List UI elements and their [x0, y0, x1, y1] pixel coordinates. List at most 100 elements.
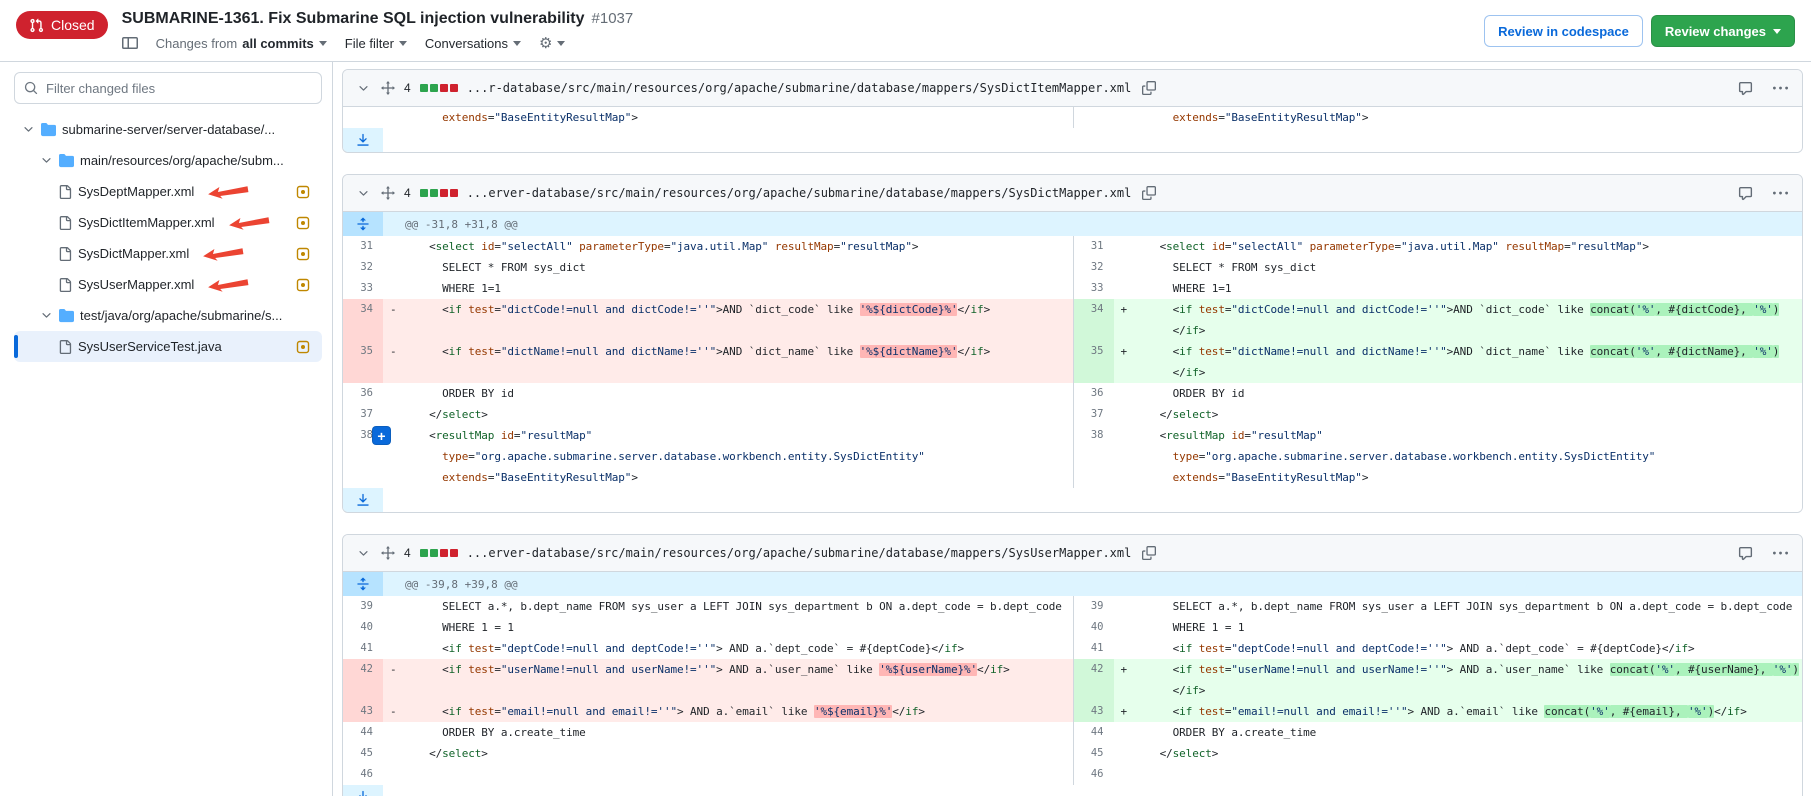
line-number[interactable]: 32: [1074, 257, 1114, 278]
code-cell[interactable]: <if test="deptCode!=null and deptCode!='…: [1114, 638, 1803, 659]
line-number[interactable]: 41: [343, 638, 383, 659]
line-number[interactable]: 35: [1074, 341, 1114, 383]
collapse-file-button[interactable]: [355, 545, 372, 562]
line-number[interactable]: 43: [1074, 701, 1114, 722]
code-cell[interactable]: <resultMap id="resultMap" type="org.apac…: [383, 425, 1073, 488]
code-cell[interactable]: extends="BaseEntityResultMap">: [1114, 107, 1803, 128]
line-number[interactable]: 40: [343, 617, 383, 638]
diff-settings-dropdown[interactable]: ⚙: [539, 36, 565, 51]
code-cell[interactable]: WHERE 1=1: [1114, 278, 1803, 299]
conversations-dropdown[interactable]: Conversations: [425, 36, 521, 51]
expand-hunk-button[interactable]: [343, 572, 383, 596]
tree-folder-row[interactable]: submarine-server/server-database/...: [14, 114, 322, 145]
code-cell[interactable]: - <if test="dictName!=null and dictName!…: [383, 341, 1073, 383]
code-cell[interactable]: </select>: [1114, 743, 1803, 764]
line-number[interactable]: [343, 107, 383, 128]
comment-button[interactable]: [1736, 184, 1755, 203]
file-path[interactable]: ...erver-database/src/main/resources/org…: [467, 546, 1132, 560]
line-number[interactable]: 31: [1074, 236, 1114, 257]
code-cell[interactable]: </select>: [1114, 404, 1803, 425]
code-cell[interactable]: + <if test="userName!=null and userName!…: [1114, 659, 1803, 701]
file-menu-button[interactable]: [1771, 544, 1790, 563]
code-cell[interactable]: </select>: [383, 404, 1073, 425]
code-cell[interactable]: <resultMap id="resultMap" type="org.apac…: [1114, 425, 1803, 488]
line-number[interactable]: 36: [1074, 383, 1114, 404]
code-cell[interactable]: + <if test="dictName!=null and dictName!…: [1114, 341, 1803, 383]
line-number[interactable]: 38: [1074, 425, 1114, 488]
copy-path-button[interactable]: [1140, 79, 1158, 97]
comment-button[interactable]: [1736, 79, 1755, 98]
line-number[interactable]: 43: [343, 701, 383, 722]
expand-hunk-button[interactable]: [343, 212, 383, 236]
code-cell[interactable]: [1114, 764, 1803, 785]
code-cell[interactable]: SELECT * FROM sys_dict: [383, 257, 1073, 278]
code-cell[interactable]: - <if test="email!=null and email!=''"> …: [383, 701, 1073, 722]
line-number[interactable]: 45: [1074, 743, 1114, 764]
line-number[interactable]: 39: [1074, 596, 1114, 617]
line-number[interactable]: 33: [343, 278, 383, 299]
line-number[interactable]: 42: [343, 659, 383, 701]
expand-down-button[interactable]: [343, 488, 383, 512]
line-number[interactable]: 44: [343, 722, 383, 743]
code-cell[interactable]: - <if test="dictCode!=null and dictCode!…: [383, 299, 1073, 341]
tree-file-row[interactable]: SysDictItemMapper.xml: [14, 207, 322, 238]
line-number[interactable]: 33: [1074, 278, 1114, 299]
review-changes-button[interactable]: Review changes: [1651, 15, 1795, 47]
line-number[interactable]: 32: [343, 257, 383, 278]
line-number[interactable]: 44: [1074, 722, 1114, 743]
code-cell[interactable]: <select id="selectAll" parameterType="ja…: [383, 236, 1073, 257]
tree-file-row[interactable]: SysUserServiceTest.java: [14, 331, 322, 362]
tree-file-row[interactable]: SysDictMapper.xml: [14, 238, 322, 269]
file-filter-input[interactable]: [14, 72, 322, 104]
line-number[interactable]: 41: [1074, 638, 1114, 659]
file-menu-button[interactable]: [1771, 184, 1790, 203]
code-cell[interactable]: WHERE 1 = 1: [383, 617, 1073, 638]
code-cell[interactable]: </select>: [383, 743, 1073, 764]
code-cell[interactable]: <select id="selectAll" parameterType="ja…: [1114, 236, 1803, 257]
line-number[interactable]: 36: [343, 383, 383, 404]
tree-folder-row[interactable]: test/java/org/apache/submarine/s...: [14, 300, 322, 331]
drag-handle-icon[interactable]: [381, 186, 395, 200]
file-filter-dropdown[interactable]: File filter: [345, 36, 407, 51]
line-number[interactable]: 45: [343, 743, 383, 764]
line-number[interactable]: 35: [343, 341, 383, 383]
add-line-comment-button[interactable]: +: [372, 426, 391, 445]
code-cell[interactable]: + <if test="dictCode!=null and dictCode!…: [1114, 299, 1803, 341]
code-cell[interactable]: SELECT a.*, b.dept_name FROM sys_user a …: [383, 596, 1073, 617]
code-cell[interactable]: ORDER BY a.create_time: [383, 722, 1073, 743]
code-cell[interactable]: WHERE 1=1: [383, 278, 1073, 299]
code-cell[interactable]: ORDER BY id: [1114, 383, 1803, 404]
commits-dropdown[interactable]: Changes from all commits: [156, 36, 327, 51]
copy-path-button[interactable]: [1140, 544, 1158, 562]
file-path[interactable]: ...r-database/src/main/resources/org/apa…: [467, 81, 1132, 95]
line-number[interactable]: 34: [343, 299, 383, 341]
file-menu-button[interactable]: [1771, 79, 1790, 98]
file-tree-toggle-icon[interactable]: [122, 35, 138, 51]
expand-down-button[interactable]: [343, 128, 383, 152]
code-cell[interactable]: extends="BaseEntityResultMap">: [383, 107, 1073, 128]
line-number[interactable]: 39: [343, 596, 383, 617]
collapse-file-button[interactable]: [355, 80, 372, 97]
code-cell[interactable]: ORDER BY a.create_time: [1114, 722, 1803, 743]
code-cell[interactable]: ORDER BY id: [383, 383, 1073, 404]
code-cell[interactable]: <if test="deptCode!=null and deptCode!='…: [383, 638, 1073, 659]
code-cell[interactable]: + <if test="email!=null and email!=''"> …: [1114, 701, 1803, 722]
code-cell[interactable]: [383, 764, 1073, 785]
expand-down-button[interactable]: [343, 785, 383, 796]
comment-button[interactable]: [1736, 544, 1755, 563]
tree-folder-row[interactable]: main/resources/org/apache/subm...: [14, 145, 322, 176]
drag-handle-icon[interactable]: [381, 81, 395, 95]
code-cell[interactable]: SELECT * FROM sys_dict: [1114, 257, 1803, 278]
copy-path-button[interactable]: [1140, 184, 1158, 202]
line-number[interactable]: 42: [1074, 659, 1114, 701]
tree-file-row[interactable]: SysUserMapper.xml: [14, 269, 322, 300]
code-cell[interactable]: SELECT a.*, b.dept_name FROM sys_user a …: [1114, 596, 1803, 617]
collapse-file-button[interactable]: [355, 185, 372, 202]
file-path[interactable]: ...erver-database/src/main/resources/org…: [467, 186, 1132, 200]
tree-file-row[interactable]: SysDeptMapper.xml: [14, 176, 322, 207]
line-number[interactable]: 40: [1074, 617, 1114, 638]
review-in-codespace-button[interactable]: Review in codespace: [1484, 15, 1643, 47]
line-number[interactable]: 37: [343, 404, 383, 425]
line-number[interactable]: [1074, 107, 1114, 128]
code-cell[interactable]: WHERE 1 = 1: [1114, 617, 1803, 638]
